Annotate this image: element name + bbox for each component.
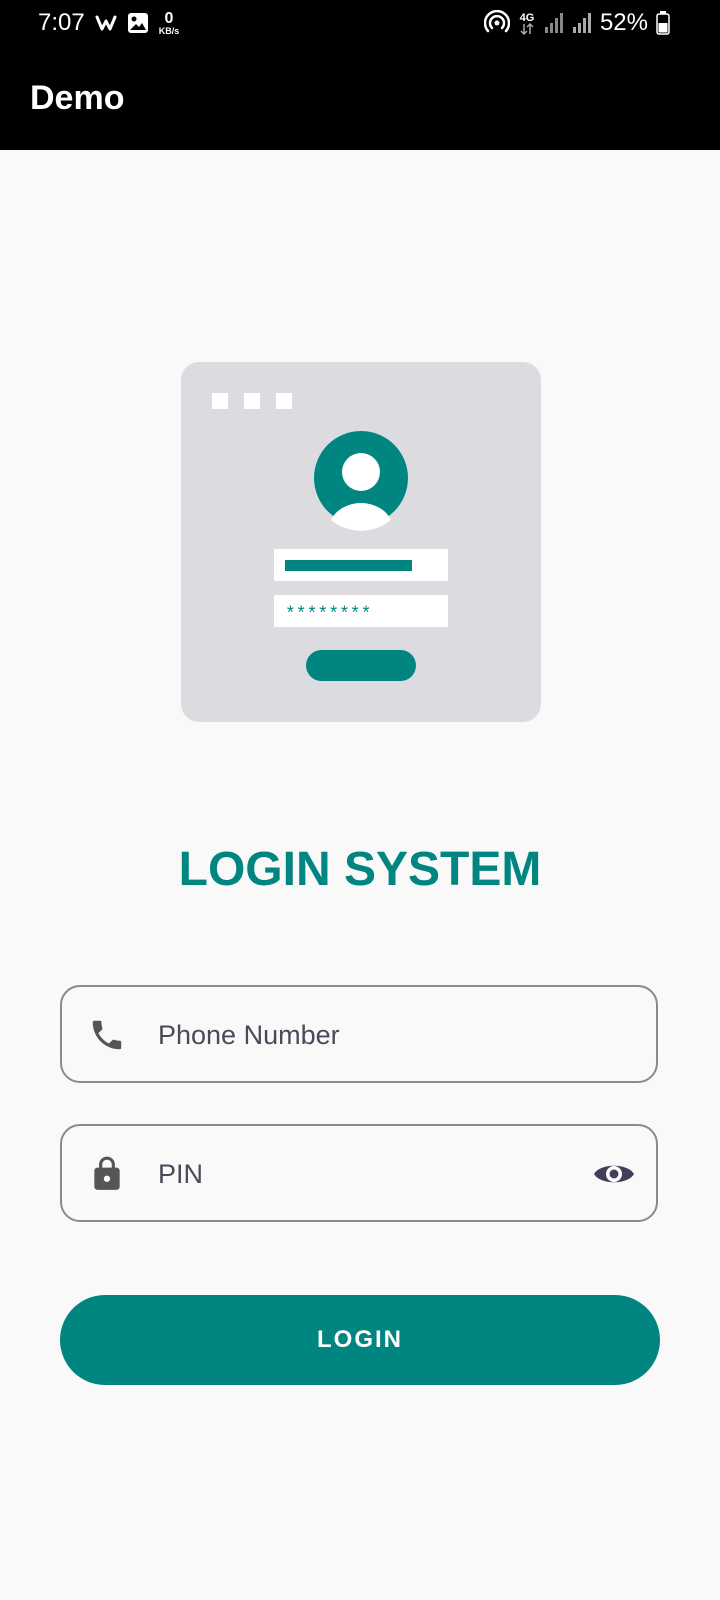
pin-input[interactable] [158, 1156, 558, 1192]
hotspot-icon [483, 10, 510, 33]
phone-number-field[interactable] [60, 985, 658, 1083]
status-left: 7:07 0 KB/s [38, 8, 179, 38]
eye-icon[interactable] [592, 1158, 636, 1190]
wifi-calling-icon [95, 15, 117, 31]
page-title: LOGIN SYSTEM [178, 843, 542, 896]
login-illustration: ******** [181, 362, 541, 727]
phone-number-input[interactable] [158, 1017, 558, 1053]
battery-icon [656, 11, 670, 35]
app-bar: Demo [0, 48, 720, 150]
network-speed-unit: KB/s [158, 25, 180, 36]
signal-icon-2 [572, 13, 591, 33]
gallery-icon [127, 13, 148, 33]
network-speed-value: 0 [164, 9, 174, 27]
battery-percentage: 52% [599, 9, 648, 36]
network-type-text: 4G [520, 12, 535, 24]
4g-icon: 4G [520, 12, 535, 36]
status-time: 7:07 [38, 9, 85, 36]
status-bar: 7:07 0 KB/s 4G 52% [0, 0, 720, 48]
illustration-svg: ******** [181, 362, 541, 722]
network-speed: 0 KB/s [158, 9, 180, 36]
phone-icon [92, 1020, 122, 1050]
lock-icon [94, 1156, 120, 1190]
signal-icon [544, 13, 563, 33]
login-button[interactable]: LOGIN [60, 1295, 660, 1385]
app-title: Demo [30, 79, 125, 117]
illustration-password-text: ******** [285, 605, 371, 625]
pin-field[interactable] [60, 1124, 658, 1222]
status-right: 4G 52% [483, 8, 670, 38]
